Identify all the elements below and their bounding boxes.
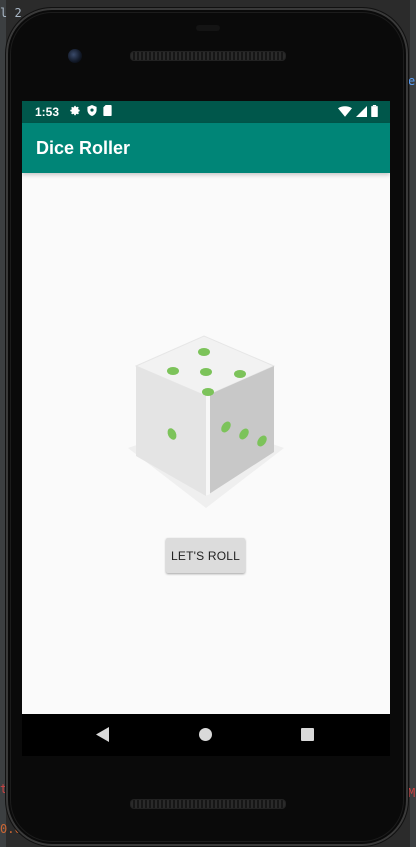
- status-notification-icons: [70, 105, 112, 116]
- earpiece-speaker: [130, 51, 286, 61]
- status-time: 1:53: [35, 105, 60, 119]
- sd-card-icon: [103, 105, 112, 116]
- gear-icon: [70, 105, 80, 116]
- wifi-icon: [338, 105, 352, 117]
- ide-text-fragment: e: [408, 74, 416, 88]
- dice-pip: [202, 388, 214, 396]
- front-camera: [68, 49, 82, 63]
- battery-icon: [371, 105, 378, 117]
- dice-pip: [167, 367, 179, 375]
- dice-pip: [200, 368, 212, 376]
- dice-edge-highlight: [206, 394, 210, 496]
- proximity-sensor: [196, 25, 220, 31]
- home-icon[interactable]: [199, 728, 212, 741]
- recents-icon[interactable]: [301, 728, 314, 741]
- back-icon[interactable]: [96, 727, 109, 742]
- shield-icon: [87, 105, 97, 116]
- bottom-speaker: [130, 799, 286, 809]
- ide-right-strip: [410, 0, 416, 847]
- ide-text-fragment: M: [408, 786, 416, 800]
- app-screen: 1:53 Dice Roller LET'S ROLL: [22, 101, 390, 714]
- navigation-bar: [22, 714, 390, 756]
- dice-pip: [198, 348, 210, 356]
- roll-button[interactable]: LET'S ROLL: [166, 538, 245, 573]
- ide-text-fragment: l 2: [0, 6, 22, 20]
- dice-pip: [234, 370, 246, 378]
- app-title: Dice Roller: [36, 138, 131, 158]
- app-toolbar: Dice Roller: [22, 123, 390, 173]
- status-system-icons: [338, 105, 378, 117]
- dice-image: [128, 335, 284, 508]
- status-bar: 1:53: [22, 101, 390, 123]
- signal-icon: [356, 105, 367, 117]
